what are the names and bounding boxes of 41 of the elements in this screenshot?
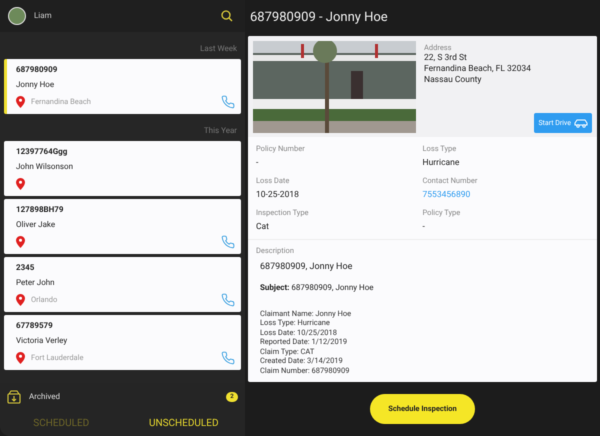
archived-label[interactable]: Archived bbox=[29, 390, 60, 402]
detail-title: 687980909 - Jonny Hoe bbox=[249, 9, 389, 28]
field-value: Cat bbox=[256, 221, 269, 234]
claim-card[interactable]: 12397764Ggg John Wilsonson bbox=[4, 141, 241, 196]
phone-icon[interactable] bbox=[221, 235, 235, 249]
location-pin-icon bbox=[16, 236, 25, 248]
claimant-name: Peter John bbox=[16, 278, 56, 288]
field-value: - bbox=[256, 157, 258, 170]
claimant-name: John Wilsonson bbox=[16, 162, 74, 172]
group-heading: Last Week bbox=[199, 43, 238, 55]
claim-number: 2345 bbox=[16, 263, 36, 273]
description-subject: Subject: 687980909, Jonny Hoe bbox=[260, 282, 375, 294]
search-icon[interactable] bbox=[221, 10, 233, 22]
group-heading: This Year bbox=[202, 125, 238, 137]
address-line: Nassau County bbox=[424, 75, 482, 86]
claim-number: 67789579 bbox=[16, 321, 54, 331]
tab[interactable]: UNSCHEDULED bbox=[122, 410, 245, 436]
location-pin-icon bbox=[16, 352, 25, 364]
field-value: - bbox=[422, 221, 425, 234]
address-line: 22, S 3rd St bbox=[424, 53, 468, 64]
address-line: Fernandina Beach, FL 32034 bbox=[424, 64, 532, 76]
field-value: 10-25-2018 bbox=[256, 189, 299, 202]
claim-number: 127898BH79 bbox=[16, 205, 64, 215]
field-value: Hurricane bbox=[422, 157, 460, 170]
location-pin-icon bbox=[16, 294, 25, 306]
phone-icon[interactable] bbox=[221, 351, 235, 365]
user-name: Liam bbox=[34, 10, 52, 22]
claim-number: 687980909 bbox=[16, 65, 58, 75]
phone-icon[interactable] bbox=[221, 95, 235, 109]
archive-box-icon[interactable] bbox=[7, 390, 21, 404]
claimant-name: Jonny Hoe bbox=[16, 80, 56, 90]
car-icon bbox=[574, 118, 588, 128]
phone-icon[interactable] bbox=[221, 293, 235, 307]
location-pin-icon bbox=[16, 178, 25, 190]
avatar[interactable] bbox=[8, 7, 26, 25]
claimant-name: Victoria Verley bbox=[16, 336, 68, 346]
description-heading: 687980909, Jonny Hoe bbox=[260, 261, 354, 274]
claimant-name: Oliver Jake bbox=[16, 220, 56, 230]
claim-card[interactable]: 127898BH79 Oliver Jake bbox=[4, 199, 241, 254]
claim-number: 12397764Ggg bbox=[16, 147, 68, 157]
location-pin-icon bbox=[16, 96, 25, 108]
